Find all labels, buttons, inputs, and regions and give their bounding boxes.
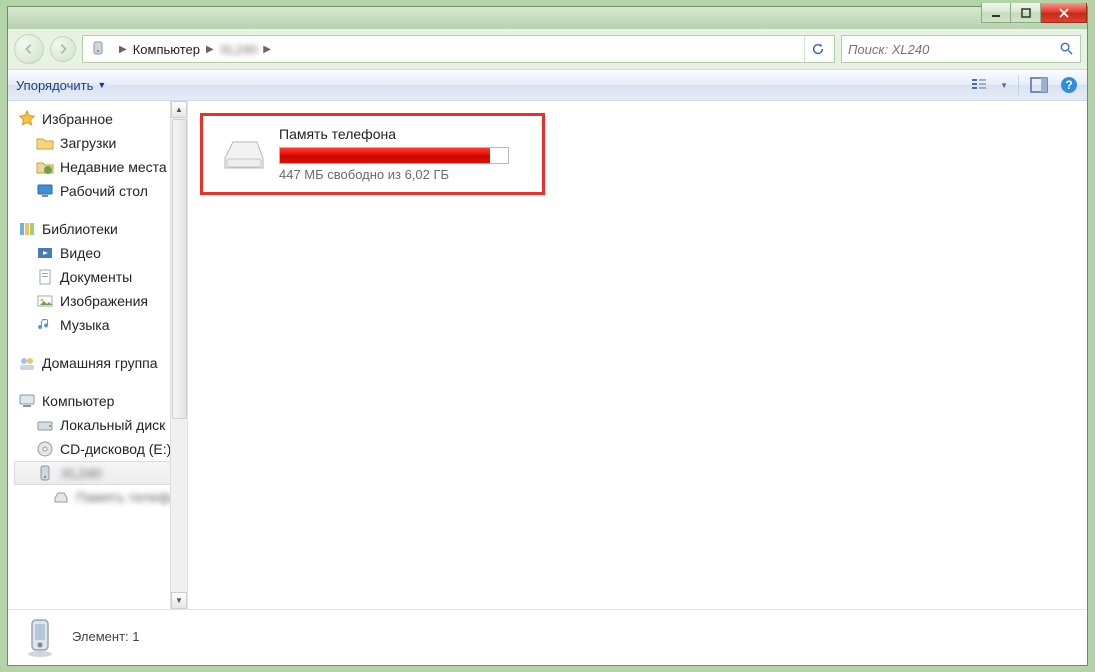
- address-row: ▶ Компьютер ▶ XL240 ▶: [8, 29, 1087, 69]
- sidebar-item-label: Избранное: [42, 111, 113, 127]
- sidebar-item-label: Изображения: [60, 293, 148, 309]
- back-button[interactable]: [14, 34, 44, 64]
- music-icon: [36, 316, 54, 334]
- scrollbar[interactable]: ▲ ▼: [170, 101, 187, 609]
- disk-icon: [36, 416, 54, 434]
- forward-button[interactable]: [50, 36, 76, 62]
- navigation-pane: Избранное Загрузки Недавние места Рабочи…: [8, 101, 188, 609]
- chevron-down-icon: ▼: [97, 80, 106, 90]
- drive-icon: [52, 488, 70, 506]
- sidebar-item-homegroup[interactable]: Домашняя группа: [14, 351, 171, 375]
- sidebar-item-cd-drive[interactable]: CD-дисковод (E:): [14, 437, 171, 461]
- explorer-window: ▶ Компьютер ▶ XL240 ▶ Упорядочить ▼ ▼ ?: [7, 6, 1088, 666]
- sidebar-item-label: Домашняя группа: [42, 355, 158, 371]
- drive-title: Память телефона: [279, 126, 528, 142]
- sidebar-item-label: Локальный диск: [60, 417, 165, 433]
- refresh-button[interactable]: [804, 36, 830, 62]
- search-input[interactable]: [841, 35, 1081, 63]
- view-options-button[interactable]: [970, 75, 990, 95]
- sidebar-item-label: CD-дисковод (E:): [60, 441, 171, 457]
- sidebar-item-libraries[interactable]: Библиотеки: [14, 217, 171, 241]
- sidebar-item-label: Библиотеки: [42, 221, 118, 237]
- sidebar-item-computer[interactable]: Компьютер: [14, 389, 171, 413]
- minimize-button[interactable]: [981, 3, 1011, 23]
- sidebar-item-documents[interactable]: Документы: [14, 265, 171, 289]
- breadcrumb[interactable]: ▶ Компьютер ▶ XL240 ▶: [82, 35, 835, 63]
- cd-icon: [36, 440, 54, 458]
- status-bar: Элемент: 1: [8, 609, 1087, 663]
- window-controls: [981, 3, 1087, 23]
- video-icon: [36, 244, 54, 262]
- breadcrumb-device-blurred[interactable]: XL240: [220, 42, 258, 57]
- organize-menu[interactable]: Упорядочить ▼: [16, 78, 106, 93]
- sidebar-item-phone-memory[interactable]: Память телефо: [14, 485, 171, 509]
- scroll-thumb[interactable]: [172, 119, 187, 419]
- scroll-down-button[interactable]: ▼: [171, 592, 187, 609]
- svg-text:?: ?: [1065, 78, 1072, 92]
- help-button[interactable]: ?: [1059, 75, 1079, 95]
- sidebar-item-label: Документы: [60, 269, 132, 285]
- sidebar-item-music[interactable]: Музыка: [14, 313, 171, 337]
- content-area[interactable]: Память телефона 447 МБ свободно из 6,02 …: [188, 101, 1087, 609]
- device-large-icon: [20, 616, 62, 658]
- drive-usage-fill: [280, 148, 490, 163]
- chevron-right-icon: ▶: [113, 44, 133, 55]
- body: Избранное Загрузки Недавние места Рабочи…: [8, 101, 1087, 609]
- sidebar-item-device-selected[interactable]: XL240: [14, 461, 171, 485]
- homegroup-icon: [18, 354, 36, 372]
- sidebar-item-label: Компьютер: [42, 393, 114, 409]
- drive-usage-bar: [279, 147, 509, 164]
- maximize-button[interactable]: [1011, 3, 1041, 23]
- sidebar-item-video[interactable]: Видео: [14, 241, 171, 265]
- search-field[interactable]: [848, 42, 1059, 57]
- sidebar-item-label: Музыка: [60, 317, 110, 333]
- sidebar-item-pictures[interactable]: Изображения: [14, 289, 171, 313]
- drive-icon: [217, 134, 267, 174]
- sidebar-item-label: Загрузки: [60, 135, 116, 151]
- computer-icon: [18, 392, 36, 410]
- drive-free-text: 447 МБ свободно из 6,02 ГБ: [279, 167, 528, 182]
- recent-icon: [36, 158, 54, 176]
- preview-pane-button[interactable]: [1029, 75, 1049, 95]
- sidebar-item-label-blurred: XL240: [61, 465, 101, 481]
- drive-item[interactable]: Память телефона 447 МБ свободно из 6,02 …: [200, 113, 545, 195]
- tree: Избранное Загрузки Недавние места Рабочи…: [8, 101, 171, 529]
- search-icon: [1059, 41, 1074, 57]
- device-icon: [91, 40, 109, 58]
- scroll-up-button[interactable]: ▲: [171, 101, 187, 118]
- sidebar-item-label: Недавние места: [60, 159, 167, 175]
- libraries-icon: [18, 220, 36, 238]
- toolbar: Упорядочить ▼ ▼ ?: [8, 69, 1087, 101]
- sidebar-item-desktop[interactable]: Рабочий стол: [14, 179, 171, 203]
- chevron-right-icon: ▶: [257, 44, 277, 55]
- sidebar-item-downloads[interactable]: Загрузки: [14, 131, 171, 155]
- organize-label: Упорядочить: [16, 78, 93, 93]
- sidebar-item-favorites[interactable]: Избранное: [14, 107, 171, 131]
- close-button[interactable]: [1041, 3, 1087, 23]
- phone-icon: [37, 464, 55, 482]
- sidebar-item-label-blurred: Память телефо: [76, 489, 171, 505]
- drive-info: Память телефона 447 МБ свободно из 6,02 …: [279, 126, 528, 182]
- breadcrumb-computer[interactable]: Компьютер: [133, 42, 200, 57]
- pictures-icon: [36, 292, 54, 310]
- desktop-icon: [36, 182, 54, 200]
- chevron-down-icon[interactable]: ▼: [1000, 81, 1008, 90]
- star-icon: [18, 110, 36, 128]
- status-text: Элемент: 1: [72, 629, 139, 644]
- sidebar-item-recent[interactable]: Недавние места: [14, 155, 171, 179]
- titlebar[interactable]: [8, 7, 1087, 29]
- separator: [1018, 75, 1019, 95]
- sidebar-item-local-disk[interactable]: Локальный диск: [14, 413, 171, 437]
- folder-icon: [36, 134, 54, 152]
- chevron-right-icon: ▶: [200, 44, 220, 55]
- documents-icon: [36, 268, 54, 286]
- sidebar-item-label: Рабочий стол: [60, 183, 148, 199]
- sidebar-item-label: Видео: [60, 245, 101, 261]
